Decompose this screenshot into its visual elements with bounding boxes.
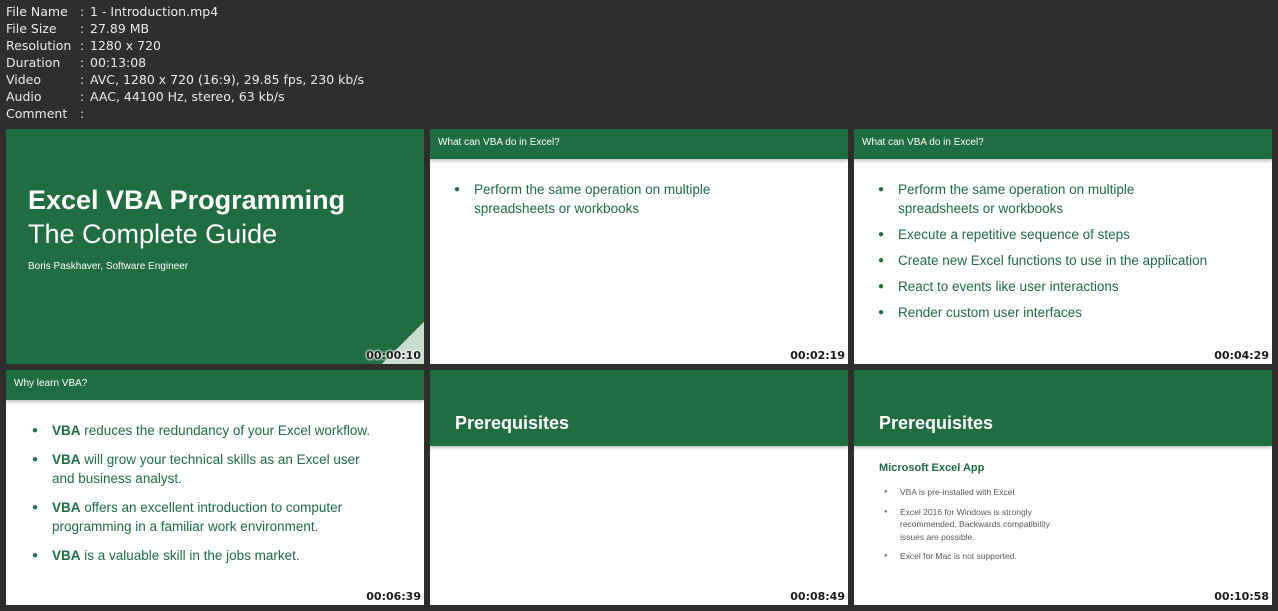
slide-title: Prerequisites: [879, 413, 994, 433]
file-info-key: Audio: [6, 89, 42, 104]
file-info-row: Duration : 00:13:08: [6, 54, 364, 71]
file-info-panel: File Name : 1 - Introduction.mp4 File Si…: [6, 3, 364, 122]
bullet-list: VBA reduces the redundancy of your Excel…: [32, 421, 402, 575]
bullet-list: Perform the same operation on multiple s…: [878, 180, 1248, 329]
file-info-key: Resolution: [6, 38, 72, 53]
keyword: VBA: [52, 423, 81, 438]
keyword: VBA: [52, 548, 81, 563]
list-item-text: is a valuable skill in the jobs market.: [80, 548, 300, 563]
file-info-value: 00:13:08: [90, 55, 147, 70]
slide-subtitle: The Complete Guide: [28, 219, 278, 249]
file-info-value: 1 - Introduction.mp4: [90, 4, 219, 19]
bullet-list: VBA is pre-installed with Excel Excel 20…: [884, 486, 1074, 570]
file-info-separator: :: [80, 38, 85, 53]
slide-header-title: What can VBA do in Excel?: [438, 137, 560, 148]
file-info-value: AVC, 1280 x 720 (16:9), 29.85 fps, 230 k…: [90, 72, 365, 87]
list-item: Perform the same operation on multiple s…: [454, 180, 754, 218]
file-info-separator: :: [80, 72, 85, 87]
file-info-row: Resolution : 1280 x 720: [6, 37, 364, 54]
list-item-text: offers an excellent introduction to comp…: [52, 500, 343, 534]
slide-header: What can VBA do in Excel?: [854, 129, 1272, 159]
list-item-text: will grow your technical skills as an Ex…: [52, 452, 360, 486]
thumbnail-what-can-vba-do-1: What can VBA do in Excel? Perform the sa…: [430, 129, 848, 364]
file-info-separator: :: [80, 21, 85, 36]
list-item: Excel for Mac is not supported.: [884, 550, 1074, 563]
timestamp: 00:02:19: [790, 349, 845, 362]
list-item: VBA is pre-installed with Excel: [884, 486, 1074, 499]
thumbnail-what-can-vba-do-2: What can VBA do in Excel? Perform the sa…: [854, 129, 1272, 364]
file-info-row: Video : AVC, 1280 x 720 (16:9), 29.85 fp…: [6, 71, 364, 88]
slide-header: Prerequisites: [430, 370, 848, 446]
list-item: Excel 2016 for Windows is strongly recom…: [884, 506, 1074, 544]
list-item: VBA reduces the redundancy of your Excel…: [32, 421, 402, 440]
timestamp: 00:06:39: [366, 590, 421, 603]
file-info-key: Comment: [6, 106, 68, 121]
bullet-list: Perform the same operation on multiple s…: [454, 180, 754, 225]
file-info-key: File Size: [6, 21, 57, 36]
thumbnail-title-slide: Excel VBA Programming The Complete Guide…: [6, 129, 424, 364]
slide-header: What can VBA do in Excel?: [430, 129, 848, 159]
file-info-key: Duration: [6, 55, 61, 70]
list-item-text: reduces the redundancy of your Excel wor…: [80, 423, 371, 438]
thumbnail-why-learn-vba: Why learn VBA? VBA reduces the redundanc…: [6, 370, 424, 605]
list-item: Render custom user interfaces: [878, 303, 1248, 322]
slide-title: Prerequisites: [455, 413, 570, 433]
list-item: Perform the same operation on multiple s…: [878, 180, 1178, 218]
timestamp: 00:08:49: [790, 590, 845, 603]
file-info-separator: :: [80, 89, 85, 104]
timestamp: 00:10:58: [1214, 590, 1269, 603]
slide-subheading: Microsoft Excel App: [879, 462, 985, 474]
slide-title: Excel VBA Programming: [28, 185, 346, 215]
keyword: VBA: [52, 452, 81, 467]
thumbnail-prerequisites-1: Prerequisites 00:08:49: [430, 370, 848, 605]
file-info-row: File Name : 1 - Introduction.mp4: [6, 3, 364, 20]
file-info-value: AAC, 44100 Hz, stereo, 63 kb/s: [90, 89, 285, 104]
timestamp: 00:04:29: [1214, 349, 1269, 362]
file-info-row: Comment :: [6, 105, 364, 122]
file-info-value: 1280 x 720: [90, 38, 162, 53]
keyword: VBA: [52, 500, 81, 515]
slide-header-title: What can VBA do in Excel?: [862, 137, 984, 148]
list-item: React to events like user interactions: [878, 277, 1248, 296]
thumbnail-prerequisites-2: Prerequisites Microsoft Excel App VBA is…: [854, 370, 1272, 605]
file-info-value: 27.89 MB: [90, 21, 150, 36]
file-info-key: Video: [6, 72, 42, 87]
file-info-key: File Name: [6, 4, 68, 19]
list-item: Execute a repetitive sequence of steps: [878, 225, 1248, 244]
list-item: VBA is a valuable skill in the jobs mark…: [32, 546, 402, 565]
list-item: Create new Excel functions to use in the…: [878, 251, 1248, 270]
list-item: VBA offers an excellent introduction to …: [32, 498, 372, 536]
list-item: VBA will grow your technical skills as a…: [32, 450, 372, 488]
file-info-separator: :: [80, 55, 85, 70]
file-info-separator: :: [80, 4, 85, 19]
file-info-row: File Size : 27.89 MB: [6, 20, 364, 37]
slide-author: Boris Paskhaver, Software Engineer: [28, 261, 189, 272]
slide-header: Why learn VBA?: [6, 370, 424, 400]
file-info-row: Audio : AAC, 44100 Hz, stereo, 63 kb/s: [6, 88, 364, 105]
slide-header-title: Why learn VBA?: [14, 378, 88, 389]
timestamp: 00:00:10: [366, 349, 421, 362]
file-info-separator: :: [80, 106, 85, 121]
slide-header: Prerequisites: [854, 370, 1272, 446]
